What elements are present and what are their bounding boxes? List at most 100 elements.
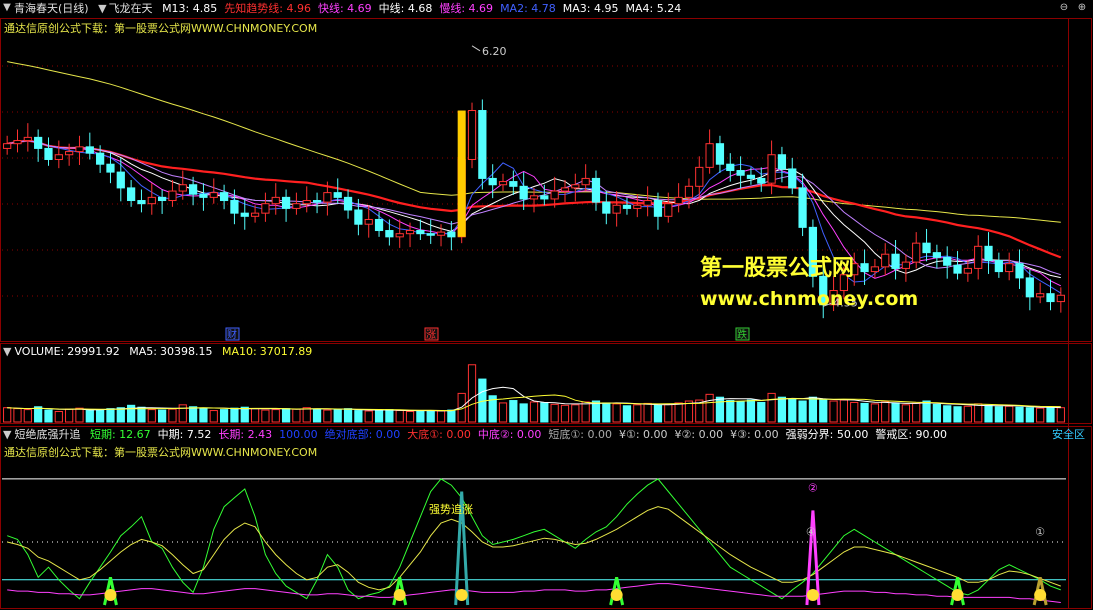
volume-bar [323, 409, 332, 423]
volume-bar [653, 404, 663, 423]
volume-bar [498, 402, 508, 423]
watermark-title: 第一股票公式网 [700, 256, 855, 281]
candle-body [85, 146, 94, 154]
candle-body [912, 242, 921, 263]
volume-bar [674, 402, 683, 423]
price-panel-frame [0, 18, 1092, 342]
stock-name: 青海春天 [14, 2, 58, 15]
volume-bar [1025, 407, 1034, 423]
indicator-value-item: 绝对底部: 0.00 [324, 428, 401, 441]
price-value-item: MA4: 5.24 [625, 2, 682, 15]
volume-bar [1056, 407, 1065, 423]
volume-bar [219, 409, 229, 423]
indicator-line-2 [7, 506, 1061, 591]
volume-bar [591, 400, 601, 423]
volume-bar [829, 400, 838, 423]
candle-body [333, 192, 342, 198]
candle-body [158, 196, 167, 202]
candle-body [984, 245, 993, 262]
candle-body [106, 163, 115, 173]
candle-body [653, 200, 663, 217]
candle-body [3, 143, 12, 149]
volume-bar [540, 402, 549, 423]
candle-body [622, 204, 632, 209]
volume-bar [54, 411, 63, 423]
candle-body [426, 233, 435, 236]
candle-body [137, 200, 146, 205]
candle-body [281, 196, 291, 209]
volume-bar [230, 407, 239, 423]
candle-body [550, 190, 559, 200]
volume-bar [85, 410, 94, 423]
candle-body [509, 181, 518, 187]
indicator-value-item: ¥①: 0.00 [618, 428, 668, 441]
candle-body [405, 230, 415, 235]
volume-bar [850, 401, 859, 423]
minimize-icon[interactable]: ⊖ [1057, 3, 1071, 13]
ma5-value: 30398.15 [159, 345, 213, 358]
event-marker-label: 涨 [426, 329, 436, 341]
chevron-down-icon[interactable]: ▼ [3, 428, 11, 441]
volume-bar [3, 407, 12, 423]
candle-body [96, 152, 105, 165]
panel-collapse-icon[interactable]: ▼ [1, 3, 13, 13]
indicator-value-item: ¥②: 0.00 [674, 428, 724, 441]
volume-bar [416, 410, 425, 423]
high-label: 6.20 [482, 45, 507, 58]
volume-bar [870, 403, 880, 423]
volume-bar [901, 404, 910, 423]
price-value-item: 中线: 4.68 [378, 2, 433, 15]
ma10-label: MA10: [221, 345, 257, 358]
candle-body [529, 195, 539, 200]
volume-bar [602, 402, 611, 423]
candle-body [612, 204, 621, 214]
safe-zone-label: 安全区 [1052, 428, 1085, 441]
maximize-icon[interactable]: ⊕ [1075, 3, 1089, 13]
indicator-name[interactable]: 飞龙在天 [109, 2, 153, 15]
candle-body [498, 181, 508, 186]
volume-bar [808, 396, 818, 423]
candle-body [705, 143, 714, 168]
chevron-down-icon[interactable]: ▼ [3, 345, 11, 358]
ma5-label: MA5: [129, 345, 157, 358]
volume-bar [333, 409, 342, 423]
chevron-down-icon[interactable]: ▼ [98, 2, 106, 15]
indicator-line-1 [7, 478, 1061, 600]
indicator-value-item: 强弱分界: 50.00 [785, 428, 869, 441]
candle-body [746, 174, 756, 179]
volume-bar [354, 410, 363, 423]
candle-body [116, 171, 125, 189]
smiley-icon [104, 589, 117, 601]
candle-body [54, 154, 63, 160]
candle-body [436, 231, 446, 236]
volume-bar [943, 405, 952, 423]
candle-body [147, 196, 156, 205]
volume-bar [715, 396, 725, 423]
price-value-item: M13: 4.85 [162, 2, 218, 15]
candle-body [219, 192, 229, 202]
volume-bar [312, 408, 322, 423]
volume-bar [292, 408, 301, 423]
volume-bar [178, 404, 187, 423]
indicator-title[interactable]: 短绝底强升追 [14, 428, 80, 441]
volume-bar [984, 404, 993, 423]
price-value-item: MA2: 4.78 [500, 2, 556, 15]
candle-body [571, 184, 580, 189]
candle-body [1015, 263, 1024, 279]
indicator-values: 短期: 12.67 中期: 7.52 长期: 2.43 100.00 绝对底部: 0.0… [90, 428, 954, 441]
volume-bar [364, 410, 373, 423]
high-pointer [471, 45, 481, 52]
candle-body [302, 200, 311, 205]
candle-body [860, 263, 869, 273]
volume-bar [881, 401, 890, 423]
candle-body [591, 177, 601, 203]
smiley-icon [393, 589, 406, 601]
smiley-icon [610, 589, 623, 601]
candle-body [643, 200, 652, 206]
volume-bar [44, 409, 53, 423]
watermark-url: www.chnmoney.com [700, 288, 919, 310]
volume-bar [137, 406, 146, 423]
volume-bar [13, 408, 22, 423]
indicator-value-item: 短底①: 0.00 [548, 428, 612, 441]
volume-bar [261, 409, 270, 423]
